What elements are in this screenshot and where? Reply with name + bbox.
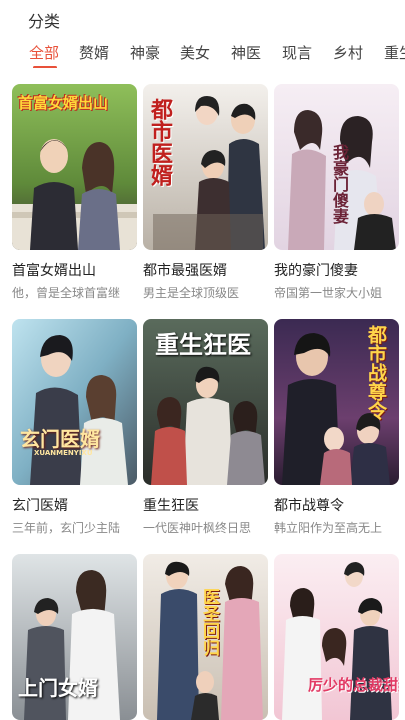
drama-title: 重生狂医	[143, 498, 199, 514]
drama-poster[interactable]: 医圣回归	[143, 554, 268, 720]
drama-title: 都市战尊令	[274, 498, 344, 514]
drama-card[interactable]: 上门女婿	[12, 554, 137, 720]
drama-card[interactable]: 玄门医婿 XUANMENYIXU 玄门医婿 三年前，玄门少主陆	[12, 319, 137, 536]
poster-title: 上门女婿	[18, 676, 98, 700]
poster-title: 厉少的总裁甜妻	[308, 676, 399, 694]
poster-image	[12, 319, 137, 485]
drama-title: 都市最强医婿	[143, 263, 227, 279]
drama-description: 他，曾是全球首富继	[12, 286, 121, 300]
poster-subtitle: XUANMENYIXU	[34, 449, 93, 457]
poster-title: 首富女婿出山	[18, 94, 109, 112]
drama-grid: 首富女婿出山 首富女婿出山 他，曾是全球首富继 都市医婿 都市最强医婿 男主是全…	[0, 0, 405, 720]
drama-title: 我的豪门傻妻	[274, 263, 358, 279]
drama-card[interactable]: 都市医婿 都市最强医婿 男主是全球顶级医	[143, 84, 268, 301]
poster-image	[274, 554, 399, 720]
drama-card[interactable]: 都市战尊令 都市战尊令 韩立阳作为至高无上	[274, 319, 399, 536]
drama-card[interactable]: 我豪门傻妻 我的豪门傻妻 帝国第一世家大小姐	[274, 84, 399, 301]
drama-poster[interactable]: 上门女婿	[12, 554, 137, 720]
drama-poster[interactable]: 重生狂医	[143, 319, 268, 485]
drama-description: 三年前，玄门少主陆	[12, 521, 121, 535]
drama-card[interactable]: 重生狂医 重生狂医 一代医神叶枫终日思	[143, 319, 268, 536]
drama-poster[interactable]: 都市战尊令	[274, 319, 399, 485]
drama-poster[interactable]: 玄门医婿 XUANMENYIXU	[12, 319, 137, 485]
drama-poster[interactable]: 我豪门傻妻	[274, 84, 399, 250]
drama-description: 男主是全球顶级医	[143, 286, 240, 300]
drama-title: 玄门医婿	[12, 498, 68, 514]
drama-poster[interactable]: 都市医婿	[143, 84, 268, 250]
drama-poster[interactable]: 首富女婿出山	[12, 84, 137, 250]
drama-description: 韩立阳作为至高无上	[274, 521, 383, 535]
poster-title: 都市战尊令	[365, 325, 387, 420]
drama-card[interactable]: 厉少的总裁甜妻	[274, 554, 399, 720]
poster-title: 重生狂医	[155, 331, 251, 359]
poster-title: 我豪门傻妻	[330, 144, 349, 224]
drama-card[interactable]: 医圣回归	[143, 554, 268, 720]
drama-description: 帝国第一世家大小姐	[274, 286, 383, 300]
category-page: 分类 全部 赘婿 神豪 美女 神医 现言 乡村 重生	[0, 0, 405, 720]
drama-poster[interactable]: 厉少的总裁甜妻	[274, 554, 399, 720]
poster-title: 玄门医婿	[20, 427, 100, 451]
drama-description: 一代医神叶枫终日思	[143, 521, 252, 535]
drama-title: 首富女婿出山	[12, 263, 96, 279]
poster-title: 都市医婿	[147, 98, 172, 186]
poster-title: 医圣回归	[199, 588, 219, 656]
drama-card[interactable]: 首富女婿出山 首富女婿出山 他，曾是全球首富继	[12, 84, 137, 301]
